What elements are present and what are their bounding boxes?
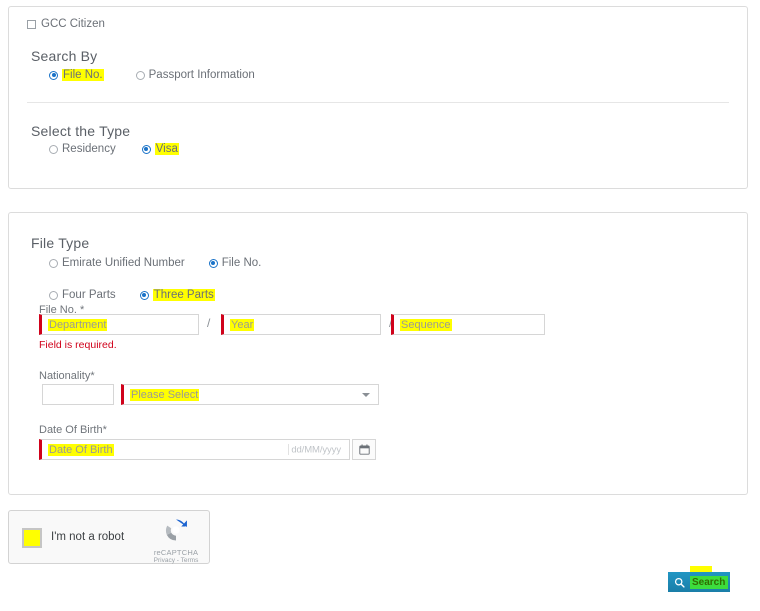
radio-marker[interactable] — [49, 144, 58, 154]
input-placeholder: Sequence — [400, 318, 452, 331]
recaptcha-icon — [165, 519, 187, 541]
select-type-title: Select the Type — [31, 123, 131, 139]
date-of-birth-input[interactable]: Date Of Birth dd/MM/yyyy — [39, 439, 350, 460]
radio-visa[interactable]: Visa — [141, 143, 179, 155]
file-no-department-input[interactable]: Department — [39, 314, 199, 335]
radio-marker[interactable] — [139, 290, 149, 300]
nationality-select-value: Please Select — [130, 388, 200, 401]
parts-radio-group[interactable]: Four Parts Three Parts — [49, 289, 215, 301]
file-type-panel: File Type Emirate Unified Number File No… — [8, 212, 748, 495]
checkbox-box[interactable] — [27, 19, 36, 29]
search-by-title: Search By — [31, 48, 98, 64]
radio-label: Residency — [62, 143, 116, 155]
recaptcha-brand: reCAPTCHA — [153, 548, 199, 557]
radio-marker[interactable] — [208, 258, 218, 268]
recaptcha-label: I'm not a robot — [51, 531, 125, 543]
gcc-citizen-label: GCC Citizen — [41, 18, 105, 30]
field-separator — [288, 444, 289, 455]
radio-label: File No. — [62, 69, 104, 81]
chevron-down-icon[interactable] — [362, 392, 370, 397]
calendar-icon[interactable] — [352, 439, 376, 460]
recaptcha-logo: reCAPTCHA Privacy - Terms — [153, 516, 199, 564]
radio-label: Four Parts — [62, 289, 116, 301]
date-of-birth-label: Date Of Birth* — [39, 424, 107, 436]
recaptcha-legal[interactable]: Privacy - Terms — [153, 557, 199, 564]
radio-marker[interactable] — [49, 70, 58, 80]
radio-passport-information[interactable]: Passport Information — [135, 69, 255, 81]
radio-marker[interactable] — [49, 258, 58, 268]
input-placeholder: Year — [230, 318, 255, 331]
magnifier-icon — [668, 577, 690, 588]
radio-file-no[interactable]: File No. — [49, 69, 104, 81]
file-no-year-input[interactable]: Year — [221, 314, 381, 335]
radio-four-parts[interactable]: Four Parts — [49, 289, 116, 301]
id-type-radio-group[interactable]: Emirate Unified Number File No. — [49, 257, 264, 275]
date-format-hint: dd/MM/yyyy — [291, 444, 341, 455]
search-panel: GCC Citizen Search By File No. Passport … — [8, 6, 748, 189]
select-type-radio-group[interactable]: Residency Visa — [49, 143, 179, 155]
gcc-citizen-checkbox[interactable]: GCC Citizen — [27, 18, 105, 30]
radio-label: Visa — [154, 143, 179, 155]
radio-label: File No. — [221, 257, 264, 275]
nationality-code-input[interactable] — [42, 384, 114, 405]
nationality-label: Nationality* — [39, 370, 95, 382]
file-type-title: File Type — [31, 235, 90, 251]
radio-label: Emirate Unified Number — [62, 257, 185, 269]
radio-label: Passport Information — [148, 69, 255, 81]
file-no-error-message: Field is required. — [39, 339, 117, 351]
radio-three-parts[interactable]: Three Parts — [139, 289, 215, 301]
file-no-separator-1: / — [207, 316, 211, 330]
search-by-radio-group[interactable]: File No. Passport Information — [49, 69, 255, 81]
search-button-label: Search — [690, 575, 729, 589]
input-placeholder: Date Of Birth — [48, 443, 114, 456]
radio-marker[interactable] — [141, 144, 151, 154]
input-placeholder: Department — [48, 318, 108, 331]
nationality-select[interactable]: Please Select — [121, 384, 379, 405]
radio-file-no-type[interactable]: File No. — [208, 257, 264, 275]
radio-marker[interactable] — [135, 70, 145, 80]
recaptcha-widget[interactable]: I'm not a robot reCAPTCHA Privacy - Term… — [8, 510, 210, 564]
panel-divider — [27, 102, 729, 103]
radio-residency[interactable]: Residency — [49, 143, 116, 155]
radio-marker[interactable] — [49, 290, 58, 300]
radio-label: Three Parts — [152, 289, 215, 301]
file-no-sequence-input[interactable]: Sequence — [391, 314, 545, 335]
radio-emirate-unified-number[interactable]: Emirate Unified Number — [49, 257, 185, 269]
search-button[interactable]: Search — [668, 572, 730, 592]
recaptcha-checkbox[interactable] — [22, 528, 42, 548]
